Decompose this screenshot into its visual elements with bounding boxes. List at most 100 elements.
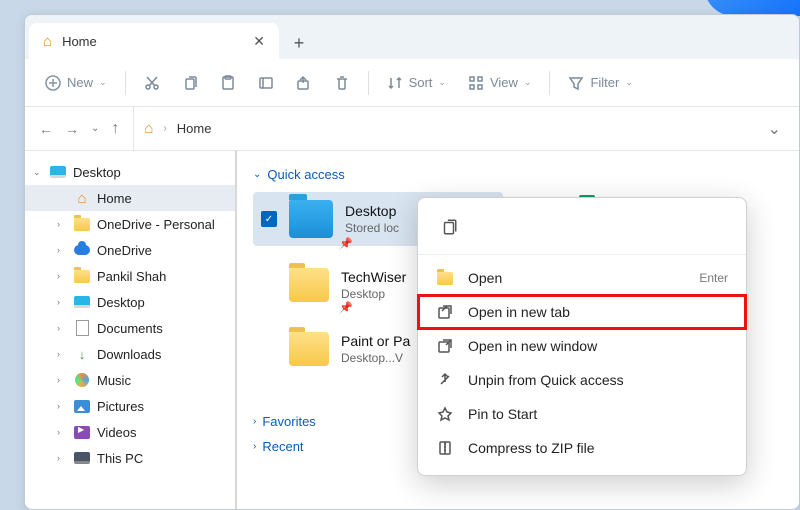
nav-arrows: ← → ⌄ ↑ xyxy=(25,120,133,138)
close-tab-button[interactable]: ✕ xyxy=(253,33,265,50)
tab-home[interactable]: ⌂ Home ✕ xyxy=(29,23,279,59)
breadcrumb-location[interactable]: Home xyxy=(177,121,212,136)
sidebar-item-this-pc[interactable]: › This PC xyxy=(25,445,235,471)
address-expand-button[interactable]: ⌄ xyxy=(768,119,789,139)
sidebar-item-onedrive-personal[interactable]: › OneDrive - Personal xyxy=(25,211,235,237)
desktop-icon xyxy=(50,166,66,178)
sidebar: ⌄ Desktop ⌂ Home › OneDrive - Personal › OneD… xyxy=(25,151,237,509)
ctx-open-in-new-tab[interactable]: Open in new tab xyxy=(418,295,746,329)
folder-yellow-icon xyxy=(289,268,329,302)
pin-icon: 📌 xyxy=(339,301,353,314)
home-icon: ⌂ xyxy=(73,189,91,207)
chevron-icon: › xyxy=(57,375,67,385)
sidebar-item-pankil-shah[interactable]: › Pankil Shah xyxy=(25,263,235,289)
rename-button[interactable] xyxy=(248,69,284,97)
home-icon: ⌂ xyxy=(43,33,52,50)
sidebar-label: Desktop xyxy=(73,165,121,180)
address-bar[interactable]: ⌂ › Home ⌄ xyxy=(133,107,799,150)
cloud-icon xyxy=(73,241,91,259)
sidebar-item-label: Downloads xyxy=(97,347,161,362)
paste-button[interactable] xyxy=(210,69,246,97)
content-area: ⌄ Desktop ⌂ Home › OneDrive - Personal › OneD… xyxy=(25,151,799,509)
chevron-icon: › xyxy=(57,401,67,411)
toolbar: New ⌄ Sort ⌄ View ⌄ Filter ⌄ xyxy=(25,59,799,107)
pinstart-icon xyxy=(436,405,454,423)
vid-icon xyxy=(73,423,91,441)
chevron-icon: › xyxy=(57,271,67,281)
newwin-icon xyxy=(436,337,454,355)
back-button[interactable]: ← xyxy=(39,121,53,137)
ctx-open[interactable]: OpenEnter xyxy=(418,261,746,295)
ctx-item-label: Open in new window xyxy=(468,338,597,354)
ctx-shortcut: Enter xyxy=(699,271,728,285)
sidebar-item-videos[interactable]: › Videos xyxy=(25,419,235,445)
pic-icon xyxy=(73,397,91,415)
sidebar-item-label: Videos xyxy=(97,425,137,440)
checkbox-checked[interactable]: ✓ xyxy=(261,211,277,227)
file-explorer-window: ⌂ Home ✕ + New ⌄ Sort ⌄ View ⌄ xyxy=(24,14,800,510)
sidebar-item-onedrive[interactable]: › OneDrive xyxy=(25,237,235,263)
section-quick-access[interactable]: ⌄ Quick access xyxy=(253,167,783,182)
new-button[interactable]: New ⌄ xyxy=(35,69,117,97)
nav-row: ← → ⌄ ↑ ⌂ › Home ⌄ xyxy=(25,107,799,151)
folder-yellow-icon xyxy=(289,332,329,366)
sidebar-item-label: OneDrive - Personal xyxy=(97,217,215,232)
sidebar-item-label: Home xyxy=(97,191,132,206)
zip-icon xyxy=(436,439,454,457)
sidebar-item-label: This PC xyxy=(97,451,143,466)
up-button[interactable]: ↑ xyxy=(111,120,119,138)
copy-button[interactable] xyxy=(172,69,208,97)
ctx-item-label: Open in new tab xyxy=(468,304,570,320)
sidebar-item-desktop[interactable]: ›Desktop xyxy=(25,289,235,315)
chevron-icon: › xyxy=(57,323,67,333)
ctx-item-label: Unpin from Quick access xyxy=(468,372,624,388)
ctx-item-label: Compress to ZIP file xyxy=(468,440,595,456)
new-tab-button[interactable]: + xyxy=(283,27,315,59)
cut-button[interactable] xyxy=(134,69,170,97)
chevron-icon: › xyxy=(57,219,67,229)
ctx-pin-to-start[interactable]: Pin to Start xyxy=(418,397,746,431)
music-icon xyxy=(73,371,91,389)
chevron-right-icon: › xyxy=(253,441,256,452)
filter-button[interactable]: Filter ⌄ xyxy=(558,69,642,97)
recent-locations-button[interactable]: ⌄ xyxy=(91,123,99,134)
ctx-compress-to-zip-file[interactable]: Compress to ZIP file xyxy=(418,431,746,465)
down-icon: ↓ xyxy=(73,345,91,363)
tab-bar: ⌂ Home ✕ + xyxy=(25,15,799,59)
chevron-icon: › xyxy=(57,349,67,359)
ctx-item-label: Pin to Start xyxy=(468,406,537,422)
sidebar-item-label: OneDrive xyxy=(97,243,152,258)
view-button[interactable]: View ⌄ xyxy=(458,69,542,97)
pc-icon xyxy=(73,449,91,467)
delete-button[interactable] xyxy=(324,69,360,97)
ctx-copy-button[interactable] xyxy=(432,210,466,244)
home-icon: ⌂ xyxy=(144,120,153,137)
main-pane: ⌄ Quick access ✓ Desktop Stored loc 📌 xyxy=(237,151,799,509)
breadcrumb-chevron: › xyxy=(163,123,166,134)
sidebar-item-music[interactable]: › Music xyxy=(25,367,235,393)
openfolder-icon xyxy=(436,269,454,287)
desktop-icon xyxy=(73,293,91,311)
folder-icon xyxy=(73,215,91,233)
sidebar-item-documents[interactable]: ›Documents xyxy=(25,315,235,341)
pin-icon: 📌 xyxy=(339,237,353,250)
folder-blue-icon xyxy=(289,200,333,238)
sidebar-item-label: Music xyxy=(97,373,131,388)
sidebar-item-label: Pankil Shah xyxy=(97,269,166,284)
forward-button[interactable]: → xyxy=(65,121,79,137)
sidebar-item-pictures[interactable]: › Pictures xyxy=(25,393,235,419)
sort-button[interactable]: Sort ⌄ xyxy=(377,69,456,97)
chevron-icon: › xyxy=(57,453,67,463)
sidebar-item-home[interactable]: ⌂ Home xyxy=(25,185,235,211)
ctx-open-in-new-window[interactable]: Open in new window xyxy=(418,329,746,363)
share-button[interactable] xyxy=(286,69,322,97)
sidebar-item-downloads[interactable]: › ↓ Downloads xyxy=(25,341,235,367)
sidebar-item-desktop-root[interactable]: ⌄ Desktop xyxy=(25,159,235,185)
newtab-icon xyxy=(436,303,454,321)
chevron-icon: › xyxy=(57,427,67,437)
ctx-unpin-from-quick-access[interactable]: Unpin from Quick access xyxy=(418,363,746,397)
sidebar-item-label: Desktop xyxy=(97,295,145,310)
sidebar-item-label: Pictures xyxy=(97,399,144,414)
chevron-icon: › xyxy=(57,245,67,255)
context-menu: OpenEnter Open in new tab Open in new wind… xyxy=(417,197,747,476)
